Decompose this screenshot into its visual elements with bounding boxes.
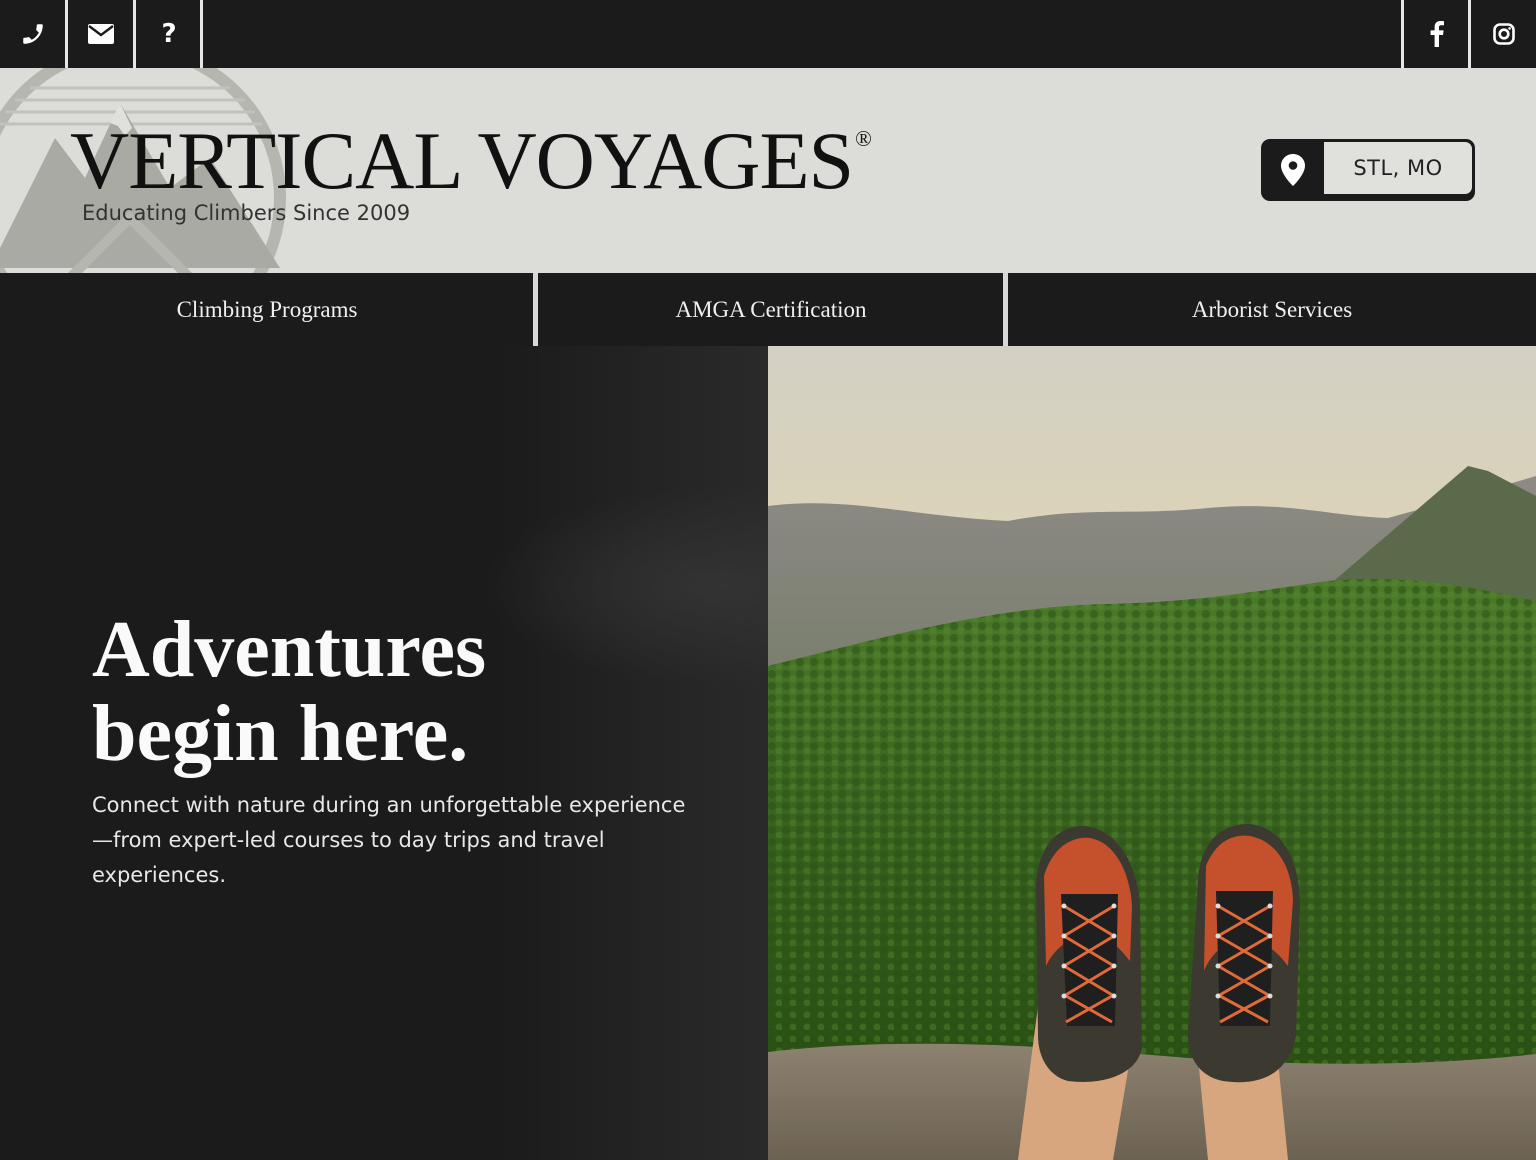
main-nav: Climbing Programs AMGA Certification Arb…	[0, 273, 1536, 346]
email-link[interactable]	[68, 0, 134, 68]
envelope-icon	[88, 24, 114, 44]
brand-tagline: Educating Climbers Since 2009	[82, 201, 411, 225]
nav-item-climbing-programs[interactable]: Climbing Programs	[0, 273, 534, 346]
mountain-view-image	[768, 346, 1536, 1160]
hero-photo	[768, 346, 1536, 1160]
background-shading	[480, 486, 768, 686]
location-label: STL, MO	[1324, 142, 1472, 194]
site-header: VERTICAL VOYAGES® Educating Climbers Sin…	[0, 68, 1536, 273]
top-utility-bar: ?	[0, 0, 1536, 68]
phone-icon	[23, 24, 43, 44]
question-icon: ?	[161, 19, 177, 49]
divider	[200, 0, 203, 68]
location-pin-wrap	[1261, 139, 1325, 201]
hero-headline: Adventures begin here.	[92, 608, 486, 776]
brand-name: VERTICAL VOYAGES	[70, 115, 854, 206]
instagram-icon	[1493, 23, 1515, 45]
brand-logo[interactable]: VERTICAL VOYAGES®	[70, 120, 872, 202]
facebook-icon	[1430, 21, 1444, 47]
hero-description: Connect with nature during an unforgetta…	[92, 793, 686, 887]
nav-item-amga-certification[interactable]: AMGA Certification	[538, 273, 1004, 346]
nav-item-arborist-services[interactable]: Arborist Services	[1008, 273, 1536, 346]
map-pin-icon	[1281, 154, 1305, 186]
registered-mark: ®	[855, 126, 872, 151]
location-button[interactable]: STL, MO	[1261, 139, 1475, 201]
phone-link[interactable]	[0, 0, 66, 68]
hero-text-panel: Adventures begin here. Connect with natu…	[0, 346, 768, 1160]
hero-headline-line1: Adventures	[92, 606, 487, 694]
facebook-link[interactable]	[1404, 0, 1470, 68]
hero-headline-line2: begin here.	[92, 690, 469, 778]
instagram-link[interactable]	[1471, 0, 1536, 68]
help-link[interactable]: ?	[136, 0, 202, 68]
